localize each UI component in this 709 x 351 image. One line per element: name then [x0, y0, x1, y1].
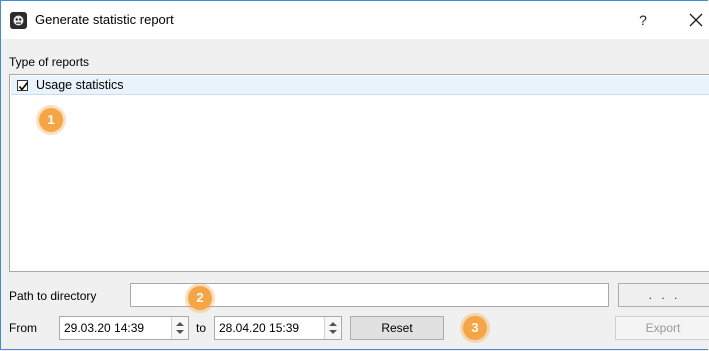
from-date-spinner[interactable] [171, 317, 188, 339]
checkmark-icon [18, 82, 29, 91]
title-bar: Generate statistic report ? [1, 1, 709, 39]
spin-arrows-icon [329, 322, 337, 334]
help-button[interactable]: ? [632, 9, 654, 31]
to-label: to [196, 321, 207, 335]
reset-button[interactable]: Reset [350, 316, 444, 340]
path-to-directory-label: Path to directory [9, 289, 97, 303]
to-date-spinner[interactable] [324, 317, 341, 339]
app-logo-icon [10, 12, 27, 29]
usage-statistics-label: Usage statistics [36, 78, 124, 92]
export-button[interactable]: Export [615, 316, 709, 340]
to-date-input[interactable]: 28.04.20 15:39 [214, 316, 342, 340]
from-date-input[interactable]: 29.03.20 14:39 [59, 316, 189, 340]
dialog-title: Generate statistic report [35, 12, 174, 27]
dialog-window: Generate statistic report ? Type of repo… [0, 0, 709, 350]
spin-arrows-icon [176, 322, 184, 334]
list-item[interactable]: Usage statistics [11, 76, 709, 95]
type-of-reports-label: Type of reports [9, 55, 90, 69]
report-type-list[interactable]: Usage statistics 1 [9, 74, 709, 272]
usage-statistics-checkbox[interactable] [17, 80, 29, 91]
close-icon [689, 13, 703, 27]
from-date-value: 29.03.20 14:39 [64, 321, 145, 335]
callout-marker-3: 3 [463, 316, 487, 340]
to-date-value: 28.04.20 15:39 [219, 321, 300, 335]
callout-marker-2: 2 [188, 286, 212, 310]
browse-button[interactable]: . . . [618, 283, 709, 307]
from-label: From [9, 321, 37, 335]
close-button[interactable] [684, 8, 708, 32]
callout-marker-1: 1 [39, 108, 63, 132]
